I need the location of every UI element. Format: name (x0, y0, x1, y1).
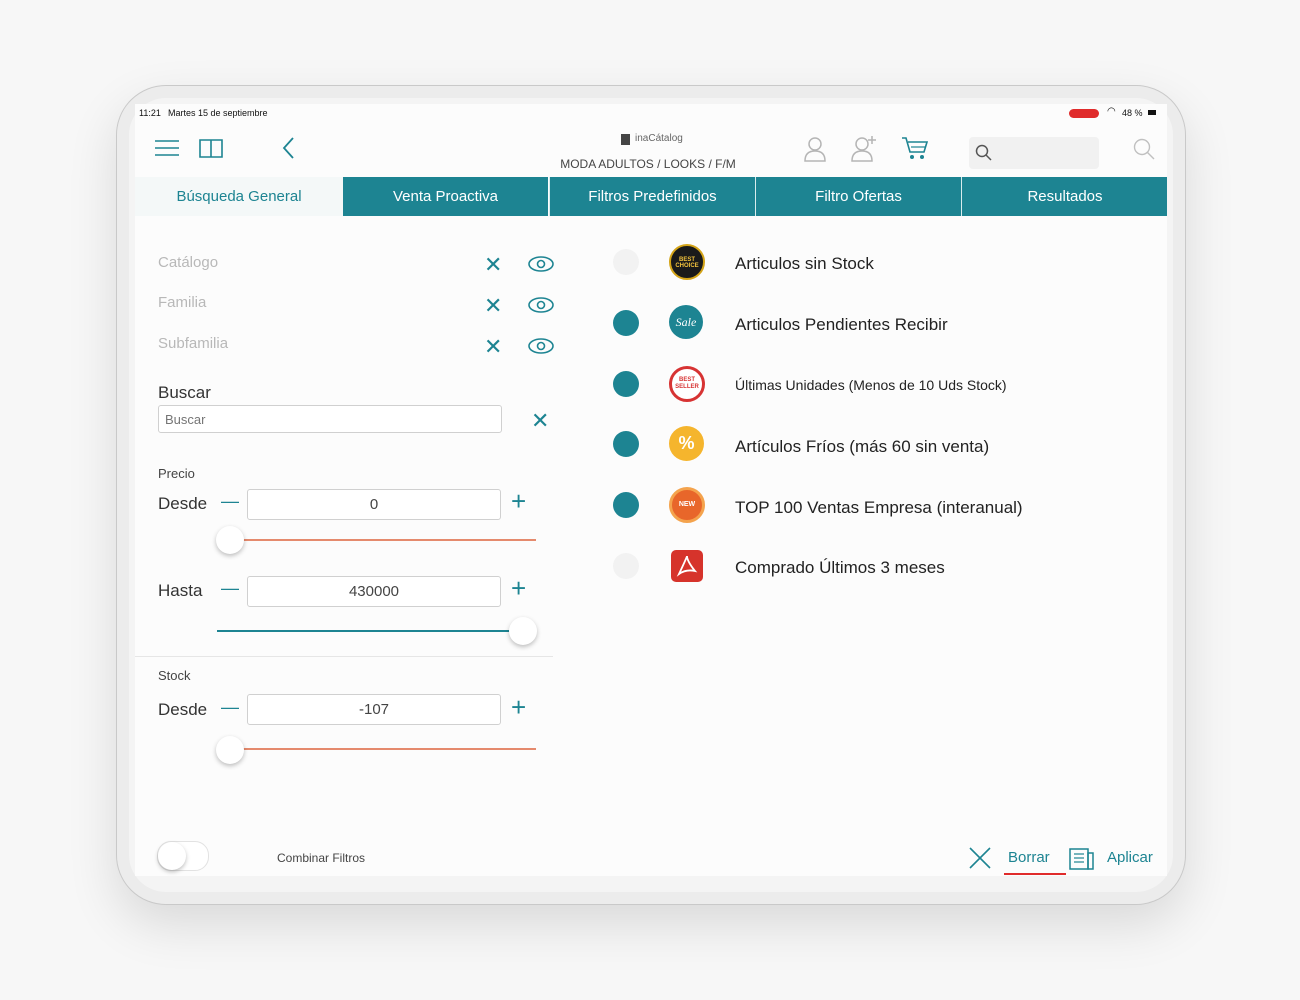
buscar-input[interactable] (158, 405, 502, 433)
clear-all-icon[interactable] (968, 846, 992, 870)
tab-venta-proactiva[interactable]: Venta Proactiva (343, 177, 548, 216)
predef-label-2[interactable]: Últimas Unidades (Menos de 10 Uds Stock) (735, 377, 1007, 393)
logo-mark-icon (621, 134, 630, 145)
predef-label-0[interactable]: Articulos sin Stock (735, 254, 874, 274)
apply-icon[interactable] (1069, 846, 1095, 870)
precio-hasta-slider-handle[interactable] (509, 617, 537, 645)
menu-icon[interactable] (155, 139, 181, 157)
status-time: 11:21 (139, 108, 161, 118)
view-catalogo-icon[interactable] (527, 255, 555, 273)
predef-toggle-0[interactable] (613, 249, 639, 275)
stock-section-label: Stock (158, 668, 191, 683)
catalogo-filter[interactable]: Catálogo (158, 254, 218, 271)
view-subfamilia-icon[interactable] (527, 337, 555, 355)
predef-toggle-3[interactable] (613, 431, 639, 457)
precio-desde-plus-button[interactable]: + (511, 487, 526, 515)
stock-desde-input[interactable]: -107 (247, 694, 501, 725)
stock-desde-minus-button[interactable]: — (221, 697, 239, 718)
badge-text-1: Sale (675, 315, 697, 329)
best-choice-badge-icon: BEST CHOICE (669, 244, 705, 280)
aplicar-button[interactable]: Aplicar (1107, 849, 1153, 866)
stock-desde-slider-handle[interactable] (216, 736, 244, 764)
clear-catalogo-icon[interactable]: ✕ (484, 254, 502, 276)
book-icon[interactable] (199, 137, 225, 159)
toggle-knob (158, 842, 186, 870)
familia-filter[interactable]: Familia (158, 294, 206, 311)
predef-toggle-1[interactable] (613, 310, 639, 336)
precio-hasta-slider-track[interactable] (217, 630, 522, 632)
badge-text-3: % (678, 433, 695, 453)
predef-toggle-5[interactable] (613, 553, 639, 579)
clear-familia-icon[interactable]: ✕ (484, 295, 502, 317)
app-logo: inaCátalog (635, 133, 683, 144)
discount-badge-icon: % (669, 426, 704, 461)
back-chevron-icon[interactable] (281, 136, 295, 160)
stock-desde-label: Desde (158, 700, 208, 719)
predef-label-1[interactable]: Articulos Pendientes Recibir (735, 315, 948, 335)
badge-text-0: BEST CHOICE (675, 257, 699, 269)
precio-hasta-minus-button[interactable]: — (221, 578, 239, 599)
stock-desde-slider-track[interactable] (231, 748, 536, 750)
precio-desde-input[interactable]: 0 (247, 489, 501, 520)
precio-desde-minus-button[interactable]: — (221, 491, 239, 512)
combinar-filtros-toggle[interactable] (157, 841, 209, 871)
badge-text-2: BEST SELLER (675, 377, 699, 390)
add-user-icon[interactable] (851, 134, 879, 162)
predef-toggle-4[interactable] (613, 492, 639, 518)
borrar-underline (1004, 873, 1066, 875)
wifi-icon: ◠ (1107, 106, 1116, 117)
borrar-button[interactable]: Borrar (1008, 849, 1050, 866)
section-divider (135, 656, 553, 657)
predef-label-5[interactable]: Comprado Últimos 3 meses (735, 558, 945, 578)
view-familia-icon[interactable] (527, 296, 555, 314)
precio-hasta-plus-button[interactable]: + (511, 574, 526, 602)
sale-badge-icon: Sale (669, 305, 703, 339)
precio-hasta-input[interactable]: 430000 (247, 576, 501, 607)
tab-filtro-ofertas[interactable]: Filtro Ofertas (755, 177, 961, 216)
subfamilia-filter[interactable]: Subfamilia (158, 335, 228, 352)
app-screen: 11:21 Martes 15 de septiembre ◠ 48 % ina… (135, 104, 1167, 876)
recording-indicator (1069, 109, 1099, 118)
best-seller-badge-icon: BEST SELLER (669, 366, 705, 402)
battery-icon (1148, 110, 1156, 115)
tab-bar: Búsqueda General Venta Proactiva Filtros… (135, 177, 1167, 216)
predef-label-3[interactable]: Artículos Fríos (más 60 sin venta) (735, 437, 989, 457)
badge-text-4: NEW (678, 501, 696, 508)
new-badge-icon: NEW (669, 487, 705, 523)
predef-label-4[interactable]: TOP 100 Ventas Empresa (interanual) (735, 498, 1023, 518)
tab-resultados[interactable]: Resultados (961, 177, 1167, 216)
precio-desde-slider-handle[interactable] (216, 526, 244, 554)
clear-buscar-icon[interactable]: ✕ (531, 410, 549, 432)
precio-desde-label: Desde (158, 494, 208, 513)
clear-subfamilia-icon[interactable]: ✕ (484, 336, 502, 358)
status-date: Martes 15 de septiembre (168, 108, 268, 118)
status-battery: 48 % (1122, 108, 1143, 118)
precio-section-label: Precio (158, 466, 195, 481)
tab-busqueda-general[interactable]: Búsqueda General (135, 177, 343, 216)
precio-desde-slider-track[interactable] (231, 539, 536, 541)
user-icon[interactable] (803, 136, 827, 162)
cart-icon[interactable] (901, 135, 929, 161)
breadcrumb: MODA ADULTOS / LOOKS / F/M (560, 157, 736, 171)
pdf-icon (671, 550, 703, 582)
predef-toggle-2[interactable] (613, 371, 639, 397)
buscar-label: Buscar (158, 383, 211, 402)
combinar-filtros-label: Combinar Filtros (277, 851, 366, 865)
precio-hasta-label: Hasta (158, 581, 203, 600)
search-icon (975, 144, 992, 161)
tab-filtros-predefinidos[interactable]: Filtros Predefinidos (549, 177, 755, 216)
stock-desde-plus-button[interactable]: + (511, 693, 526, 721)
search-toggle-icon[interactable] (1133, 138, 1155, 160)
